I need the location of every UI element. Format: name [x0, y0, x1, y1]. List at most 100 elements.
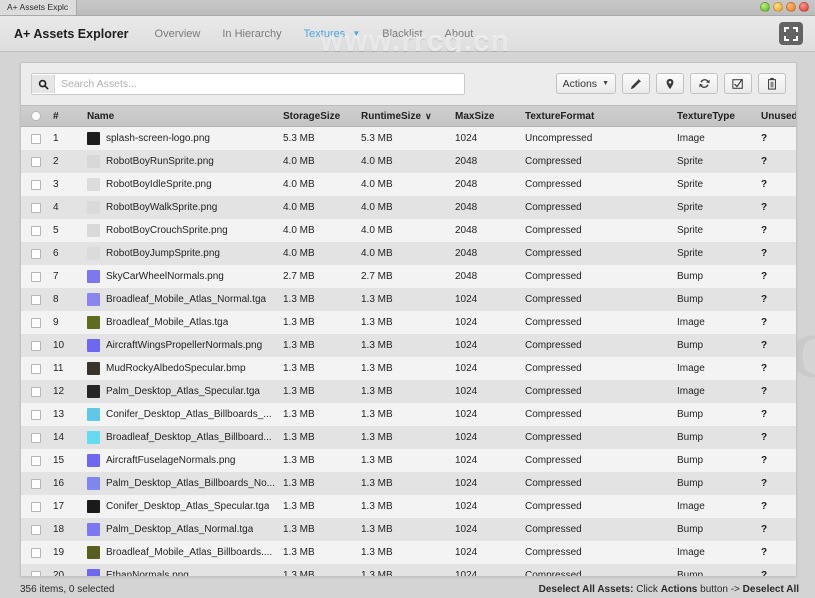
window-minimize-dot[interactable]: [760, 2, 770, 12]
column-header-type[interactable]: TextureType: [677, 111, 761, 122]
select-all-button[interactable]: [724, 73, 752, 94]
row-texture-type: Bump: [677, 432, 704, 443]
row-checkbox[interactable]: [31, 271, 41, 282]
table-row[interactable]: 20 EthanNormals.png 1.3 MB 1.3 MB 1024 Compre…: [21, 564, 796, 576]
column-header-runtime[interactable]: RuntimeSize ∨: [361, 111, 455, 122]
row-checkbox[interactable]: [31, 455, 41, 466]
column-header-storage[interactable]: StorageSize: [283, 111, 361, 122]
nav-item-textures[interactable]: Textures ▼: [304, 28, 361, 40]
row-checkbox[interactable]: [31, 156, 41, 167]
window-maximize-dot[interactable]: [773, 2, 783, 12]
table-row[interactable]: 13 Conifer_Desktop_Atlas_Billboards_... 1.…: [21, 403, 796, 426]
table-row[interactable]: 9 Broadleaf_Mobile_Atlas.tga 1.3 MB 1.3 MB 1…: [21, 311, 796, 334]
table-row[interactable]: 12 Palm_Desktop_Atlas_Specular.tga 1.3 MB 1…: [21, 380, 796, 403]
table-row[interactable]: 7 SkyCarWheelNormals.png 2.7 MB 2.7 MB 2048 C…: [21, 265, 796, 288]
row-texture-format: Compressed: [525, 317, 582, 328]
search-input[interactable]: [55, 75, 453, 93]
row-index: 11: [53, 363, 64, 374]
asset-rows[interactable]: 1 splash-screen-logo.png 5.3 MB 5.3 MB 1024 U…: [21, 127, 796, 576]
table-row[interactable]: 19 Broadleaf_Mobile_Atlas_Billboards.... 1…: [21, 541, 796, 564]
row-texture-format: Compressed: [525, 294, 582, 305]
window-tab[interactable]: A+ Assets Explc: [0, 0, 78, 15]
row-name-label: Conifer_Desktop_Atlas_Specular.tga: [106, 501, 270, 512]
window-close-dot[interactable]: [799, 2, 809, 12]
row-checkbox-cell: [31, 294, 53, 305]
table-row[interactable]: 3 RobotBoyIdleSprite.png 4.0 MB 4.0 MB 2048 C…: [21, 173, 796, 196]
row-unused-status: ?: [761, 179, 768, 190]
row-name-cell: MudRockyAlbedoSpecular.bmp: [87, 362, 283, 375]
row-checkbox[interactable]: [31, 570, 41, 576]
row-checkbox[interactable]: [31, 524, 41, 535]
row-checkbox[interactable]: [31, 133, 41, 144]
row-checkbox[interactable]: [31, 409, 41, 420]
table-row[interactable]: 11 MudRockyAlbedoSpecular.bmp 1.3 MB 1.3 MB…: [21, 357, 796, 380]
row-checkbox[interactable]: [31, 386, 41, 397]
table-row[interactable]: 2 RobotBoyRunSprite.png 4.0 MB 4.0 MB 2048 Co…: [21, 150, 796, 173]
window-restore-dot[interactable]: [786, 2, 796, 12]
row-unused-status: ?: [761, 294, 768, 305]
select-all-checkbox[interactable]: [31, 111, 41, 121]
asset-thumbnail-icon: [87, 270, 100, 283]
row-checkbox[interactable]: [31, 179, 41, 190]
row-checkbox[interactable]: [31, 340, 41, 351]
column-header-num[interactable]: #: [53, 111, 87, 122]
delete-button[interactable]: [758, 73, 786, 94]
chevron-down-icon: ▼: [352, 29, 361, 39]
row-checkbox[interactable]: [31, 294, 41, 305]
table-row[interactable]: 8 Broadleaf_Mobile_Atlas_Normal.tga 1.3 MB…: [21, 288, 796, 311]
row-name-label: splash-screen-logo.png: [106, 133, 210, 144]
nav-label-textures: Textures: [303, 27, 346, 40]
row-name-cell: Conifer_Desktop_Atlas_Billboards_...: [87, 408, 283, 421]
row-checkbox[interactable]: [31, 363, 41, 374]
locate-button[interactable]: [656, 73, 684, 94]
table-row[interactable]: 15 AircraftFuselageNormals.png 1.3 MB 1.3 M…: [21, 449, 796, 472]
column-header-name[interactable]: Name: [87, 111, 283, 122]
column-header-format[interactable]: TextureFormat: [525, 111, 677, 122]
status-bar: 356 items, 0 selected Deselect All Asset…: [0, 579, 815, 598]
row-runtime-size: 2.7 MB: [361, 271, 393, 282]
row-name-label: RobotBoyCrouchSprite.png: [106, 225, 228, 236]
actions-dropdown-button[interactable]: Actions ▼: [555, 73, 616, 94]
nav-item-in-hierarchy[interactable]: In Hierarchy: [222, 28, 281, 40]
column-header-unused[interactable]: Unused: [761, 111, 796, 122]
nav-label-about: About: [444, 27, 474, 40]
nav-item-overview[interactable]: Overview: [155, 28, 201, 40]
table-row[interactable]: 4 RobotBoyWalkSprite.png 4.0 MB 4.0 MB 2048 C…: [21, 196, 796, 219]
row-unused-status: ?: [761, 432, 768, 443]
row-checkbox[interactable]: [31, 317, 41, 328]
table-row[interactable]: 17 Conifer_Desktop_Atlas_Specular.tga 1.3 …: [21, 495, 796, 518]
row-checkbox[interactable]: [31, 432, 41, 443]
row-checkbox[interactable]: [31, 225, 41, 236]
refresh-button[interactable]: [690, 73, 718, 94]
row-texture-type: Bump: [677, 524, 704, 535]
table-row[interactable]: 14 Broadleaf_Desktop_Atlas_Billboard... 1.…: [21, 426, 796, 449]
table-row[interactable]: 10 AircraftWingsPropellerNormals.png 1.3 M…: [21, 334, 796, 357]
row-max-size: 1024: [455, 386, 478, 397]
table-row[interactable]: 16 Palm_Desktop_Atlas_Billboards_No... 1.3…: [21, 472, 796, 495]
search-box[interactable]: [31, 73, 465, 95]
row-checkbox[interactable]: [31, 478, 41, 489]
row-storage-size: 1.3 MB: [283, 432, 315, 443]
row-checkbox[interactable]: [31, 248, 41, 259]
fullscreen-button[interactable]: [779, 22, 803, 45]
table-row[interactable]: 1 splash-screen-logo.png 5.3 MB 5.3 MB 1024 U…: [21, 127, 796, 150]
nav-item-about[interactable]: About: [445, 28, 474, 40]
row-checkbox-cell: [31, 432, 53, 443]
table-header-row: # Name StorageSize RuntimeSize ∨ MaxSize …: [21, 105, 796, 127]
table-row[interactable]: 5 RobotBoyCrouchSprite.png 4.0 MB 4.0 MB 204…: [21, 219, 796, 242]
row-name-cell: Palm_Desktop_Atlas_Billboards_No...: [87, 477, 283, 490]
row-checkbox[interactable]: [31, 547, 41, 558]
row-checkbox[interactable]: [31, 202, 41, 213]
row-texture-type: Sprite: [677, 179, 704, 190]
table-row[interactable]: 6 RobotBoyJumpSprite.png 4.0 MB 4.0 MB 2048 C…: [21, 242, 796, 265]
row-checkbox-cell: [31, 570, 53, 576]
row-texture-format: Compressed: [525, 501, 582, 512]
asset-thumbnail-icon: [87, 178, 100, 191]
column-header-max[interactable]: MaxSize: [455, 111, 525, 122]
edit-button[interactable]: [622, 73, 650, 94]
table-row[interactable]: 18 Palm_Desktop_Atlas_Normal.tga 1.3 MB 1.3…: [21, 518, 796, 541]
nav-item-blacklist[interactable]: Blacklist: [382, 28, 422, 40]
asset-thumbnail-icon: [87, 385, 100, 398]
row-checkbox[interactable]: [31, 501, 41, 512]
row-max-size: 1024: [455, 570, 478, 576]
